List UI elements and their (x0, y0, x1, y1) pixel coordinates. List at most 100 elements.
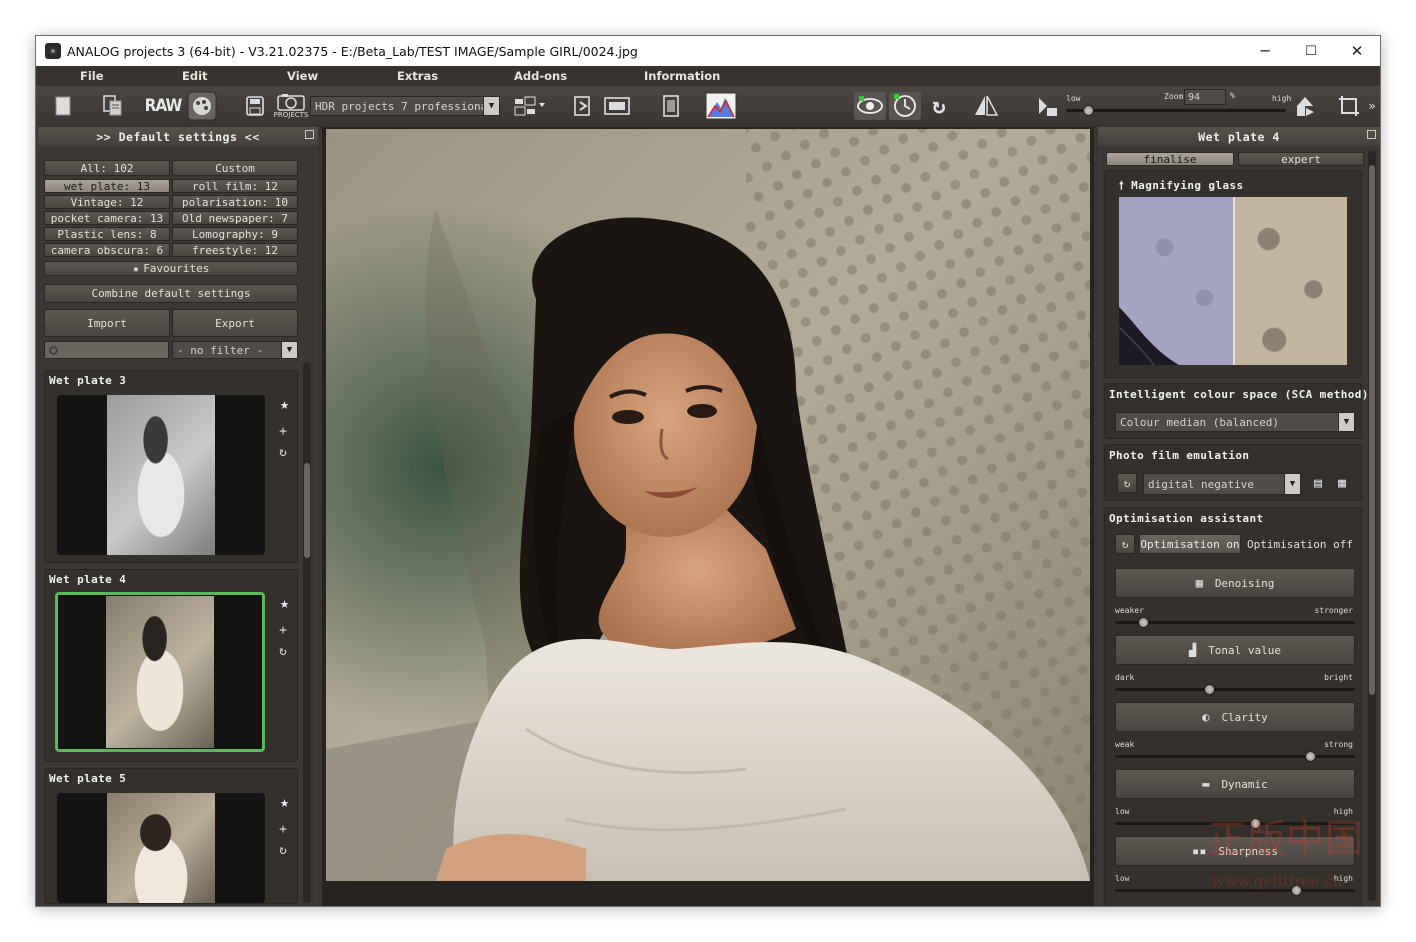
toolbar-overflow-icon[interactable]: » (1366, 92, 1378, 120)
presets-palette-icon[interactable] (186, 91, 218, 121)
slider-tonal-button[interactable]: ▟ Tonal value (1115, 635, 1355, 665)
category-old-newspaper[interactable]: Old newspaper: 7 (172, 211, 298, 225)
new-file-icon[interactable] (52, 92, 74, 120)
optimisation-on-button[interactable]: Optimisation on (1139, 534, 1241, 554)
slider-tonal-track[interactable] (1115, 684, 1355, 695)
undock-icon[interactable] (305, 130, 314, 139)
add-icon[interactable]: + (279, 424, 287, 439)
preset-search-input[interactable] (44, 341, 169, 359)
favourite-star-icon[interactable]: ★ (280, 395, 289, 413)
favourite-star-icon[interactable]: ★ (280, 594, 289, 612)
refresh-icon[interactable]: ↻ (926, 92, 952, 120)
hdr-combo-value: HDR projects 7 professional (315, 99, 494, 113)
menu-extras[interactable]: Extras (397, 69, 438, 83)
colour-space-value: Colour median (balanced) (1120, 415, 1279, 429)
app-camera-icon (45, 43, 61, 59)
add-icon[interactable]: + (279, 822, 287, 837)
export-button[interactable]: Export (172, 309, 298, 337)
slider-denoise-track[interactable] (1115, 617, 1355, 628)
slider-clarity-button[interactable]: ◐ Clarity (1115, 702, 1355, 732)
slider-knob[interactable] (1137, 617, 1149, 628)
category-plastic-lens[interactable]: Plastic lens: 8 (44, 227, 170, 241)
layout-dropdown-icon[interactable] (512, 92, 548, 120)
undock-icon[interactable] (1367, 130, 1376, 139)
favourites-button[interactable]: ★ Favourites (44, 261, 298, 276)
default-settings-header[interactable]: >> Default settings << (38, 127, 318, 146)
histogram-icon[interactable] (704, 92, 738, 120)
settings-scrollbar[interactable] (1368, 151, 1376, 901)
split-view-icon[interactable] (970, 92, 1002, 120)
optimisation-reset-icon[interactable]: ↻ (1115, 534, 1135, 554)
category-polarisation[interactable]: polarisation: 10 (172, 195, 298, 209)
projects-button[interactable]: PROJECTS (274, 92, 308, 120)
image-canvas[interactable] (322, 127, 1094, 906)
slider-knob[interactable] (1305, 751, 1317, 762)
slider-denoise-button[interactable]: ▦ Denoising (1115, 568, 1355, 598)
slider-label: Dynamic (1221, 777, 1268, 791)
menu-addons[interactable]: Add-ons (514, 69, 567, 83)
film-settings-icon[interactable]: ▤ (1309, 473, 1327, 493)
slider-knob[interactable] (1204, 684, 1216, 695)
film-strip-icon[interactable] (658, 92, 684, 120)
film-reset-icon[interactable]: ↻ (1117, 473, 1137, 493)
save-icon[interactable] (244, 92, 266, 120)
colour-space-combo[interactable]: Colour median (balanced) ▼ (1115, 412, 1355, 432)
category-pocket-camera[interactable]: pocket camera: 13 (44, 211, 170, 225)
category-custom[interactable]: Custom (172, 160, 298, 176)
slider-dynamic-button[interactable]: ▬ Dynamic (1115, 769, 1355, 799)
optimisation-off-button[interactable]: Optimisation off (1245, 534, 1355, 554)
tab-finalise[interactable]: finalise (1106, 152, 1234, 166)
menu-view[interactable]: View (287, 69, 318, 83)
preview-eye-icon[interactable] (854, 92, 886, 120)
zoom-slider[interactable] (1066, 105, 1286, 116)
compare-icon[interactable] (602, 92, 632, 120)
menu-edit[interactable]: Edit (182, 69, 208, 83)
preset-thumbnail-selected[interactable] (55, 592, 265, 752)
combine-default-settings-button[interactable]: Combine default settings (44, 284, 298, 303)
category-roll-film[interactable]: roll film: 12 (172, 179, 298, 193)
category-lomography[interactable]: Lomography: 9 (172, 227, 298, 241)
preset-card-wet-plate-4[interactable]: Wet plate 4 ★ + ↻ (44, 569, 298, 762)
scrollbar-thumb[interactable] (304, 463, 310, 558)
crop-rotate-icon[interactable] (1336, 92, 1362, 120)
open-file-icon[interactable] (100, 92, 126, 120)
close-button[interactable]: ✕ (1334, 36, 1380, 66)
scrollbar-thumb[interactable] (1369, 165, 1375, 695)
maximize-button[interactable]: ☐ (1288, 36, 1334, 66)
zoom-input[interactable]: 94 (1184, 89, 1226, 105)
filter-combo[interactable]: - no filter - ▼ (172, 341, 298, 359)
preset-card-wet-plate-3[interactable]: Wet plate 3 ★ + ↻ (44, 370, 298, 563)
magnifier-before (1119, 197, 1233, 365)
contrast-high-icon[interactable] (1292, 92, 1318, 120)
add-icon[interactable]: + (279, 623, 287, 638)
category-wet-plate[interactable]: wet plate: 13 (44, 179, 170, 193)
live-preview-icon[interactable] (889, 92, 921, 120)
reset-icon[interactable]: ↻ (279, 843, 287, 858)
tab-expert[interactable]: expert (1238, 152, 1364, 166)
preset-thumbnail[interactable] (57, 793, 265, 903)
slider-clarity-track[interactable] (1115, 751, 1355, 762)
category-vintage[interactable]: Vintage: 12 (44, 195, 170, 209)
reset-icon[interactable]: ↻ (279, 644, 287, 659)
film-add-icon[interactable]: ▦ (1333, 473, 1351, 493)
reset-icon[interactable]: ↻ (279, 445, 287, 460)
minimize-button[interactable]: ─ (1242, 36, 1288, 66)
menu-file[interactable]: File (80, 69, 104, 83)
category-all[interactable]: All: 102 (44, 160, 170, 176)
hdr-projects-combo[interactable]: HDR projects 7 professional ▼ (310, 96, 500, 116)
batch-icon[interactable] (571, 92, 595, 120)
magnifier-view[interactable] (1119, 197, 1347, 365)
preset-scrollbar[interactable] (303, 363, 311, 903)
import-button[interactable]: Import (44, 309, 170, 337)
preset-card-wet-plate-5[interactable]: Wet plate 5 ★ + ↻ (44, 768, 298, 904)
contrast-low-icon[interactable] (1036, 92, 1060, 120)
preset-thumbnail[interactable] (57, 395, 265, 555)
category-camera-obscura[interactable]: camera obscura: 6 (44, 243, 170, 257)
favourite-star-icon[interactable]: ★ (280, 793, 289, 811)
main-photo[interactable] (326, 129, 1090, 881)
category-freestyle[interactable]: freestyle: 12 (172, 243, 298, 257)
menu-information[interactable]: Information (644, 69, 720, 83)
raw-button[interactable]: RAW (145, 92, 183, 120)
zoom-slider-knob[interactable] (1082, 105, 1094, 116)
film-emulation-combo[interactable]: digital negative ▼ (1143, 473, 1301, 495)
